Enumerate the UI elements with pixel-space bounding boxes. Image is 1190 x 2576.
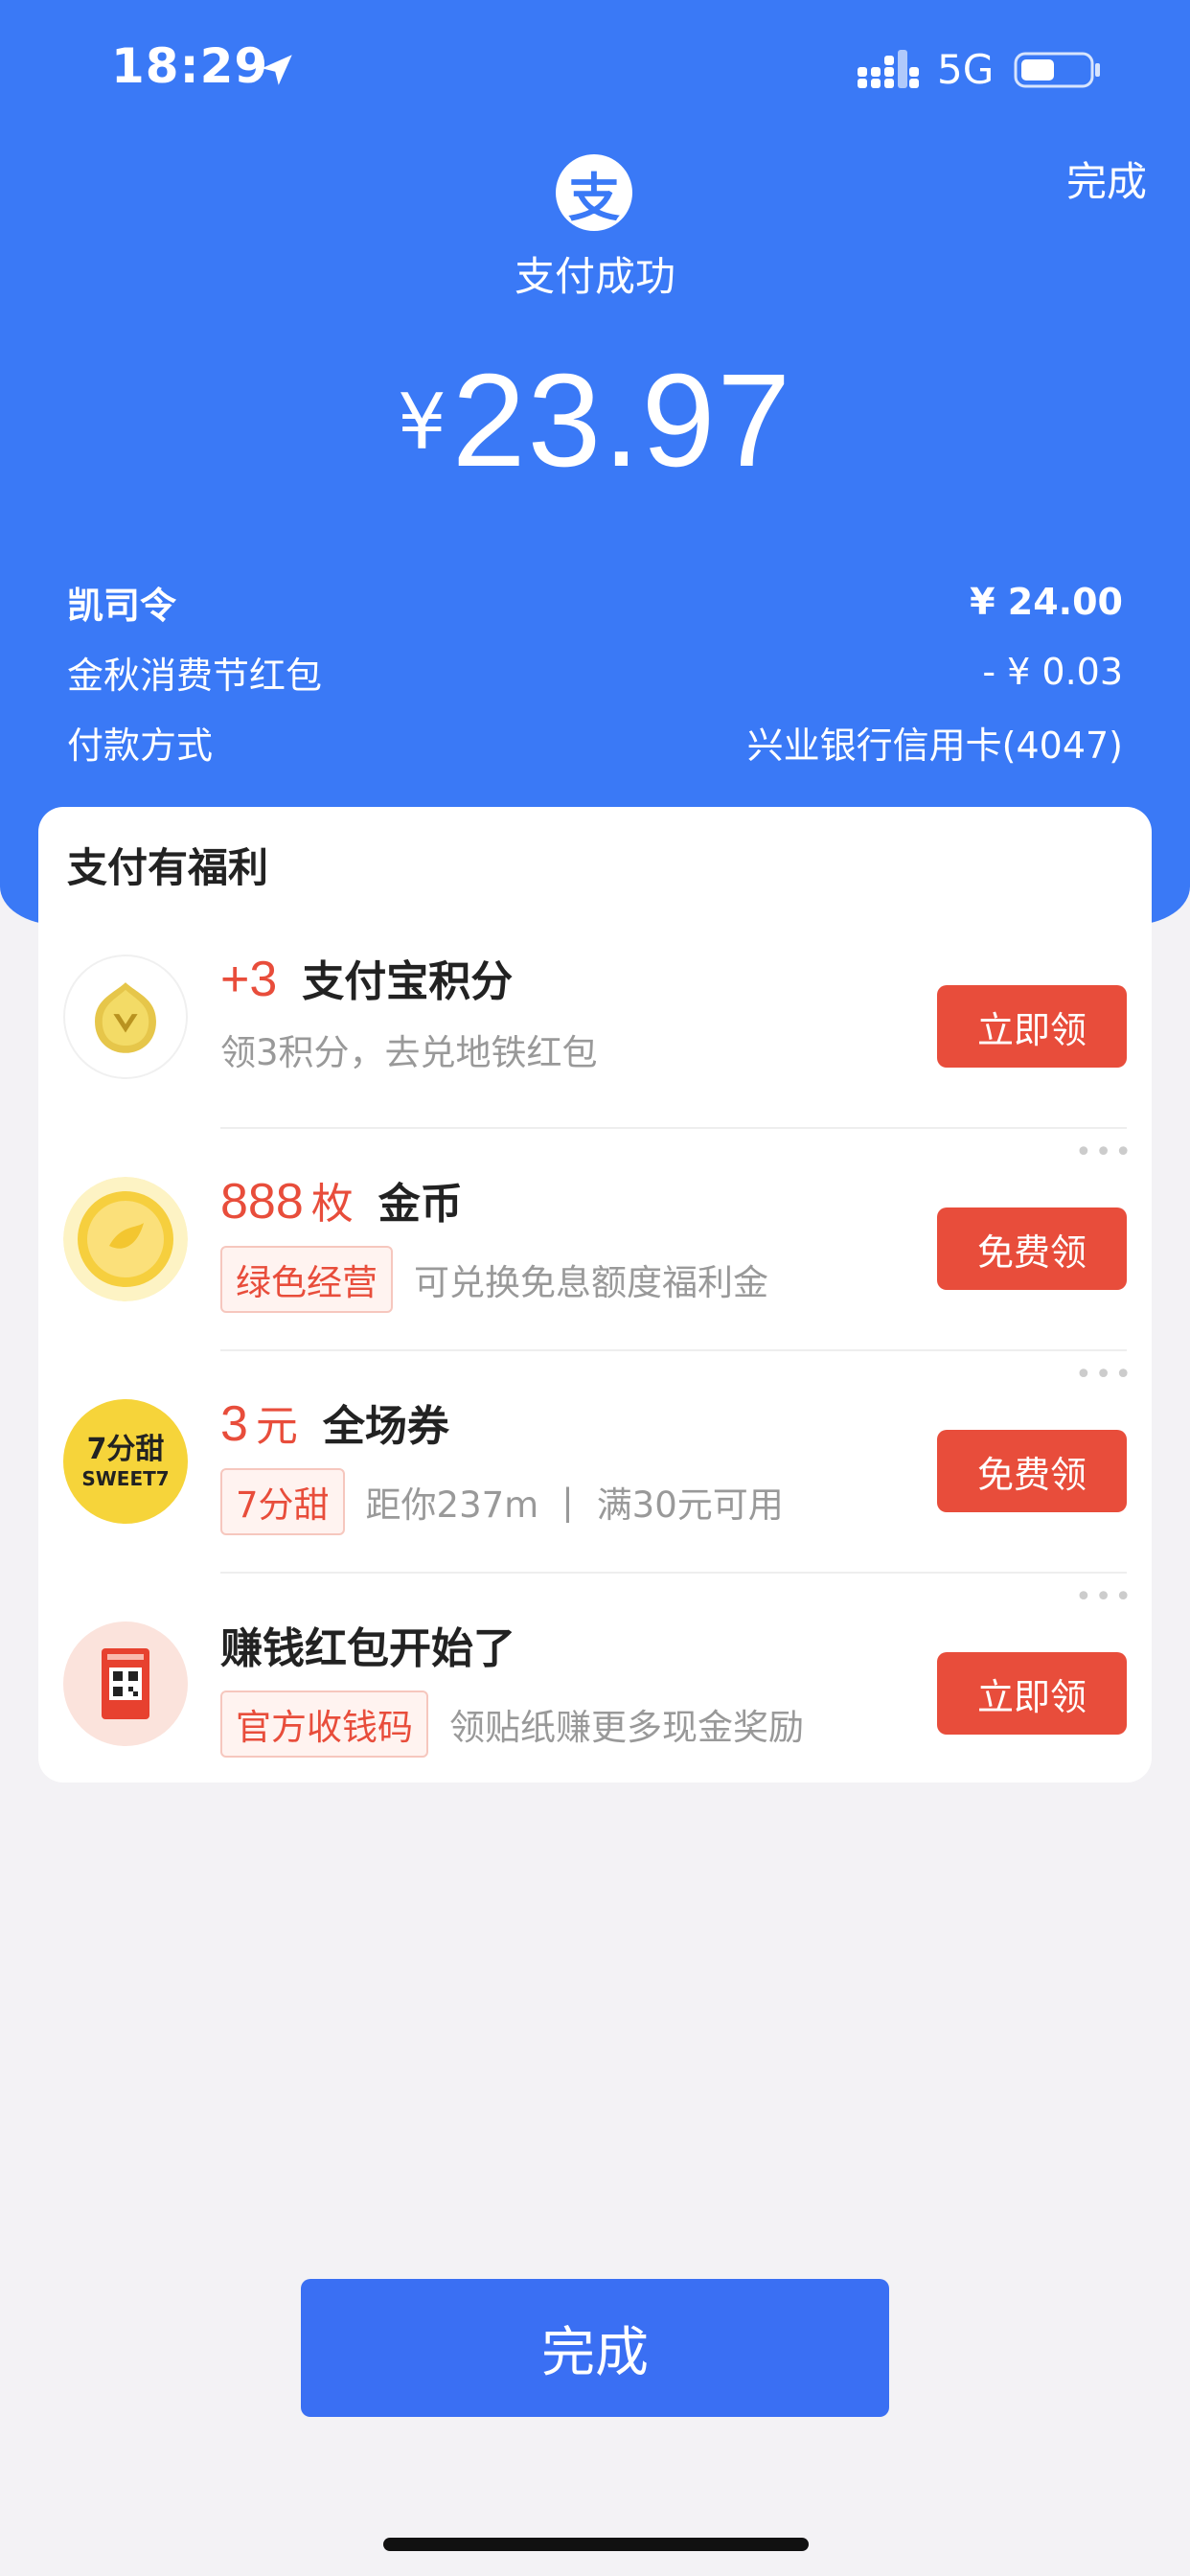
benefit-item-red-packet: ••• 赚钱红包开始了 官方收钱码 领贴纸赚更多现金奖励 立即领 bbox=[38, 1574, 1152, 1796]
done-button[interactable]: 完成 bbox=[301, 2279, 889, 2417]
status-time: 18:29 bbox=[111, 38, 269, 94]
benefit-amount: 888 bbox=[220, 1174, 304, 1230]
benefit-item-coins: ••• 888 枚 金币 绿色经营 可兑换免息额度福利金 免费领 bbox=[38, 1129, 1152, 1351]
benefit-distance: 距你237m bbox=[365, 1484, 539, 1526]
benefit-item-coupon: ••• 7分甜 SWEET7 3 元 全场券 7分甜 距你237m | 满30元… bbox=[38, 1351, 1152, 1574]
detail-value: - ¥ 0.03 bbox=[982, 651, 1123, 693]
benefit-name: 全场券 bbox=[322, 1402, 449, 1451]
detail-label: 凯司令 bbox=[67, 584, 177, 627]
network-label: 5G bbox=[937, 46, 995, 93]
claim-red-packet-button[interactable]: 立即领 bbox=[937, 1652, 1127, 1735]
benefit-description: 领3积分，去兑地铁红包 bbox=[220, 1032, 598, 1073]
battery-icon bbox=[1014, 52, 1100, 88]
benefit-name: 金币 bbox=[378, 1180, 463, 1229]
benefit-condition: 满30元可用 bbox=[596, 1484, 784, 1526]
benefit-tag: 绿色经营 bbox=[220, 1246, 393, 1313]
qr-sticker-icon bbox=[63, 1622, 188, 1746]
sweet7-logo-icon: 7分甜 SWEET7 bbox=[63, 1399, 188, 1524]
detail-row-merchant: 凯司令 ¥ 24.00 bbox=[67, 573, 1123, 631]
benefits-card: 支付有福利 +3 支付宝积分 领3积分，去兑地铁红包 立即领 ••• 888 枚… bbox=[38, 807, 1152, 1782]
payment-status-text: 支付成功 bbox=[514, 253, 675, 300]
detail-value: ¥ 24.00 bbox=[970, 581, 1123, 623]
detail-row-discount: 金秋消费节红包 - ¥ 0.03 bbox=[67, 643, 1123, 701]
signal-icon bbox=[858, 50, 919, 88]
gold-coin-icon bbox=[63, 1177, 188, 1301]
currency-symbol: ¥ bbox=[397, 378, 446, 467]
more-options-icon[interactable]: ••• bbox=[1075, 1583, 1132, 1612]
claim-points-button[interactable]: 立即领 bbox=[937, 985, 1127, 1068]
location-arrow-icon bbox=[262, 55, 292, 85]
benefit-tag: 官方收钱码 bbox=[220, 1690, 428, 1758]
amount-value: 23.97 bbox=[451, 347, 793, 494]
benefit-unit: 枚 bbox=[310, 1180, 354, 1229]
benefit-tag: 7分甜 bbox=[220, 1468, 345, 1535]
separator: | bbox=[561, 1481, 574, 1523]
benefit-name: 支付宝积分 bbox=[302, 957, 514, 1006]
benefit-description: 领贴纸赚更多现金奖励 bbox=[449, 1707, 804, 1748]
benefit-name: 赚钱红包开始了 bbox=[220, 1624, 515, 1673]
claim-coupon-button[interactable]: 免费领 bbox=[937, 1430, 1127, 1512]
detail-row-payment-method: 付款方式 兴业银行信用卡(4047) bbox=[67, 713, 1123, 770]
detail-label: 付款方式 bbox=[67, 724, 214, 767]
payment-amount: ¥23.97 bbox=[0, 345, 1190, 497]
benefit-item-points: +3 支付宝积分 领3积分，去兑地铁红包 立即领 bbox=[38, 907, 1152, 1129]
sweet7-logo-text: 7分甜 bbox=[86, 1433, 165, 1466]
detail-value: 兴业银行信用卡(4047) bbox=[746, 724, 1123, 767]
benefit-amount: 3 bbox=[220, 1396, 248, 1452]
benefit-unit: 元 bbox=[255, 1402, 298, 1451]
done-top-button[interactable]: 完成 bbox=[1066, 150, 1147, 208]
home-indicator bbox=[383, 2538, 809, 2551]
points-medal-icon bbox=[63, 954, 188, 1079]
benefit-amount: +3 bbox=[220, 952, 278, 1007]
status-bar: 18:29 5G bbox=[0, 0, 1190, 144]
detail-label: 金秋消费节红包 bbox=[67, 654, 323, 697]
more-options-icon[interactable]: ••• bbox=[1075, 1361, 1132, 1390]
alipay-logo-icon: 支 bbox=[556, 154, 632, 231]
sweet7-logo-subtext: SWEET7 bbox=[81, 1467, 170, 1490]
claim-coins-button[interactable]: 免费领 bbox=[937, 1208, 1127, 1290]
benefit-description: 可兑换免息额度福利金 bbox=[414, 1262, 768, 1303]
more-options-icon[interactable]: ••• bbox=[1075, 1138, 1132, 1167]
benefits-title: 支付有福利 bbox=[67, 844, 269, 891]
